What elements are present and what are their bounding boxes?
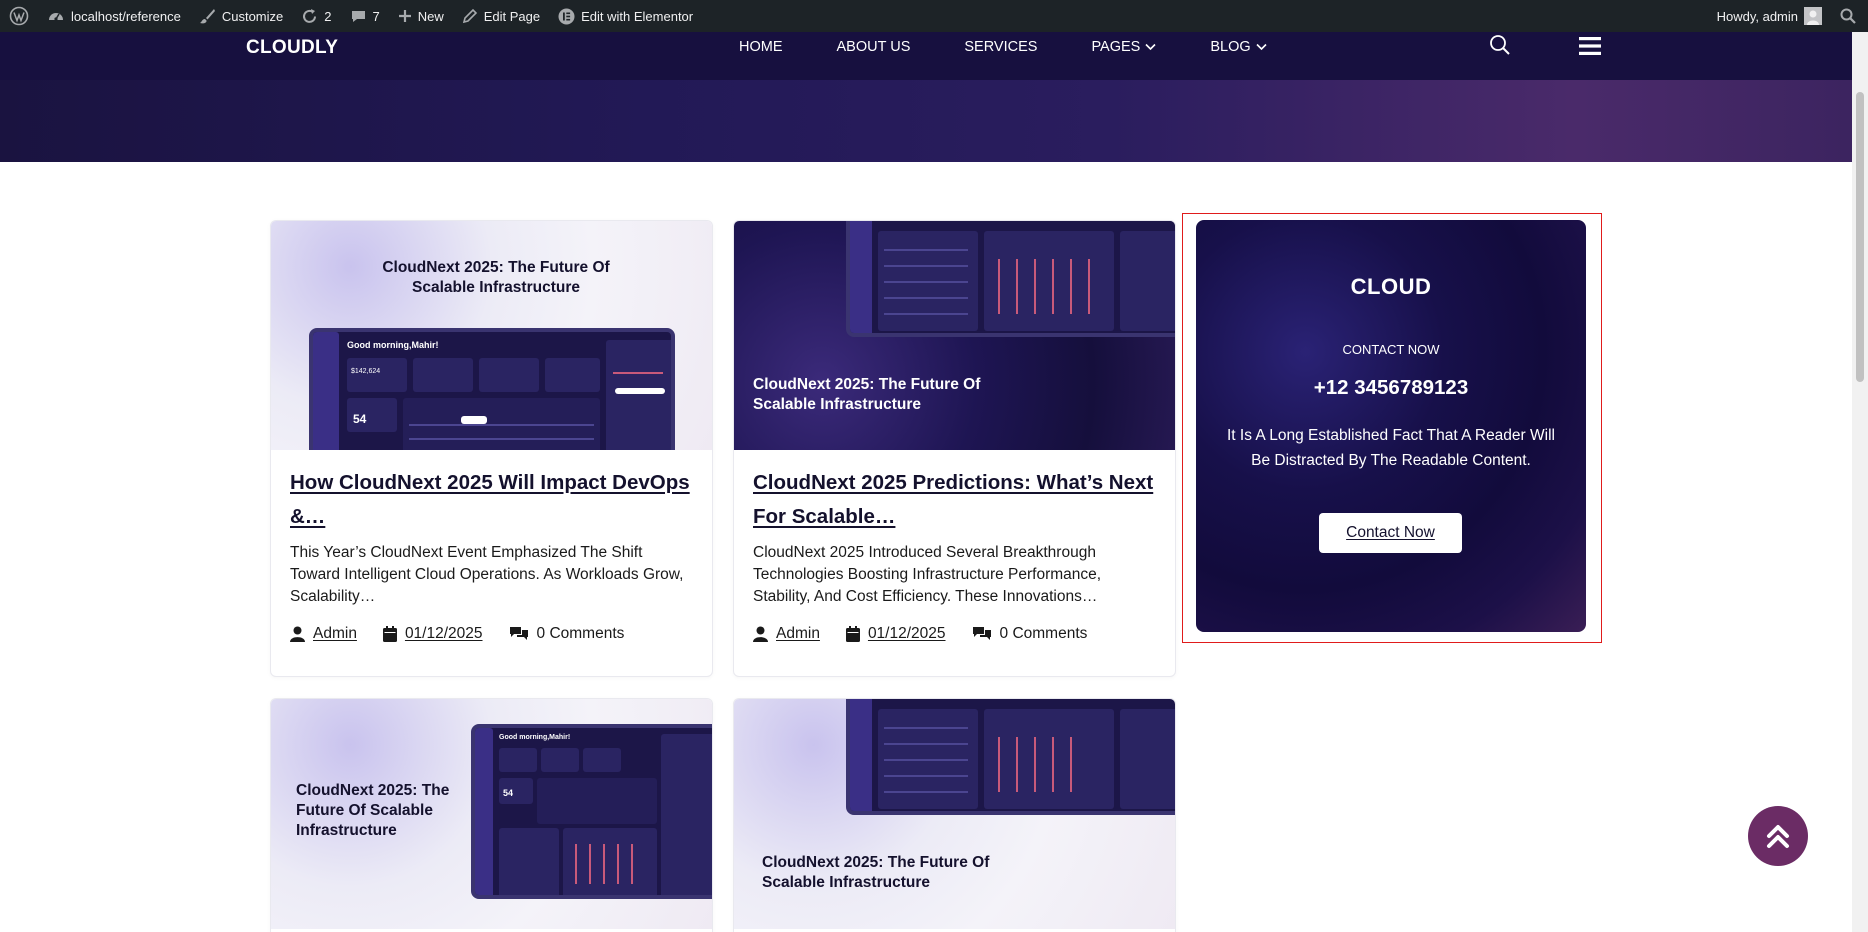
site-name-label: localhost/reference xyxy=(71,8,181,24)
post-thumbnail[interactable]: CloudNext 2025: The Future Of Scalable I… xyxy=(271,699,712,929)
contact-now-button[interactable]: Contact Now xyxy=(1319,513,1462,553)
post-meta: Admin 01/12/2025 0 Comments xyxy=(290,625,693,643)
comments-link[interactable]: 7 xyxy=(341,0,389,32)
dashboard-mockup: Good morning,Mahir! $142,624 54 xyxy=(309,328,675,450)
mockup-count: 54 xyxy=(353,412,367,426)
main-navigation: HOME ABOUT US SERVICES PAGES BLOG xyxy=(739,36,1294,58)
new-content-link[interactable]: New xyxy=(389,0,453,32)
updates-link[interactable]: 2 xyxy=(292,0,340,32)
admin-search-button[interactable] xyxy=(1831,0,1868,32)
mockup-count: 54 xyxy=(503,788,514,798)
cta-subtitle: CONTACT NOW xyxy=(1342,342,1440,357)
edit-page-label: Edit Page xyxy=(483,8,541,24)
customize-label: Customize xyxy=(221,8,284,24)
admin-avatar-icon xyxy=(1804,7,1822,25)
post-date-link[interactable]: 01/12/2025 xyxy=(405,625,483,643)
page-hero-banner xyxy=(0,80,1852,162)
post-card: CloudNext 2025: The Future Of Scalable I… xyxy=(733,220,1176,677)
header-search-button[interactable] xyxy=(1489,34,1511,60)
calendar-icon xyxy=(382,626,397,642)
nav-label: ABOUT US xyxy=(836,39,911,55)
hamburger-menu-button[interactable] xyxy=(1578,34,1602,62)
comments-icon xyxy=(972,627,991,640)
cta-title: CLOUD xyxy=(1350,274,1432,299)
post-card: CloudNext 2025: The Future Of Scalable I… xyxy=(270,698,713,932)
contact-cta-widget: CLOUD CONTACT NOW +12 3456789123 It Is A… xyxy=(1196,220,1586,632)
nav-label: PAGES xyxy=(1091,39,1141,55)
post-excerpt: CloudNext 2025 Introduced Several Breakt… xyxy=(753,544,1102,605)
thumbnail-title: CloudNext 2025: The Future Of Scalable I… xyxy=(753,376,981,413)
post-thumbnail[interactable]: CloudNext 2025: The Future Of Scalable I… xyxy=(734,699,1175,929)
pencil-icon xyxy=(462,8,477,24)
chevron-down-icon xyxy=(1256,43,1267,51)
post-author-link[interactable]: Admin xyxy=(313,625,357,643)
dashboard-mockup: Good morning,Mahir! 54 xyxy=(471,724,712,899)
double-chevron-up-icon xyxy=(1767,825,1789,848)
dashboard-mockup xyxy=(846,699,1175,815)
paintbrush-icon xyxy=(199,8,215,23)
scroll-to-top-button[interactable] xyxy=(1748,806,1808,866)
edit-page-link[interactable]: Edit Page xyxy=(453,0,549,32)
cta-phone-number[interactable]: +12 3456789123 xyxy=(1196,376,1586,400)
post-card: CloudNext 2025: The Future Of Scalable I… xyxy=(270,220,713,677)
refresh-icon xyxy=(303,8,317,23)
site-header: CLOUDLY HOME ABOUT US SERVICES PAGES BLO… xyxy=(0,32,1852,80)
wordpress-logo-button[interactable] xyxy=(0,0,38,32)
post-thumbnail[interactable]: CloudNext 2025: The Future Of Scalable I… xyxy=(271,221,712,450)
user-icon xyxy=(753,626,768,642)
search-icon xyxy=(1490,35,1510,55)
thumbnail-title: CloudNext 2025: The Future Of Scalable I… xyxy=(296,782,450,839)
plus-icon xyxy=(398,10,411,22)
site-name-link[interactable]: localhost/reference xyxy=(38,0,190,32)
cta-description: It Is A Long Established Fact That A Rea… xyxy=(1227,427,1555,469)
nav-item-home[interactable]: HOME xyxy=(739,36,810,58)
post-card: CloudNext 2025: The Future Of Scalable I… xyxy=(733,698,1176,932)
post-date-link[interactable]: 01/12/2025 xyxy=(868,625,946,643)
post-meta: Admin 01/12/2025 0 Comments xyxy=(753,625,1156,643)
nav-item-blog[interactable]: BLOG xyxy=(1183,36,1293,58)
comments-count: 7 xyxy=(372,8,380,24)
post-title-link[interactable]: CloudNext 2025 Predictions: What’s Next … xyxy=(753,466,1156,534)
thumbnail-title: CloudNext 2025: The Future Of Scalable I… xyxy=(762,854,990,891)
howdy-label: Howdy, admin xyxy=(1716,8,1798,24)
nav-item-about-us[interactable]: ABOUT US xyxy=(810,36,938,58)
post-thumbnail[interactable]: CloudNext 2025: The Future Of Scalable I… xyxy=(734,221,1175,450)
post-comments-count: 0 Comments xyxy=(999,625,1088,642)
dashboard-mockup xyxy=(846,221,1175,337)
post-comments-count: 0 Comments xyxy=(536,625,625,642)
mockup-stat: $142,624 xyxy=(351,368,381,375)
edit-with-elementor-link[interactable]: Edit with Elementor xyxy=(549,0,702,32)
post-author-link[interactable]: Admin xyxy=(776,625,820,643)
updates-count: 2 xyxy=(324,8,332,24)
mockup-greeting: Good morning,Mahir! xyxy=(347,340,439,350)
my-account-link[interactable]: Howdy, admin xyxy=(1708,0,1831,32)
post-title-link[interactable]: How CloudNext 2025 Will Impact DevOps &… xyxy=(290,466,693,534)
customize-link[interactable]: Customize xyxy=(190,0,292,32)
scrollbar-thumb[interactable] xyxy=(1856,92,1864,382)
elementor-label: Edit with Elementor xyxy=(581,8,694,24)
search-icon xyxy=(1840,8,1856,24)
admin-bar: localhost/reference Customize 2 7 New Ed… xyxy=(0,0,1868,32)
nav-label: BLOG xyxy=(1210,39,1251,55)
nav-label: HOME xyxy=(739,39,783,55)
post-excerpt: This Year’s CloudNext Event Emphasized T… xyxy=(290,544,684,605)
nav-item-pages[interactable]: PAGES xyxy=(1064,36,1183,58)
wordpress-icon xyxy=(9,6,29,26)
elementor-icon xyxy=(558,8,575,24)
nav-label: SERVICES xyxy=(964,39,1038,55)
dashboard-gauge-icon xyxy=(49,13,63,21)
calendar-icon xyxy=(845,626,860,642)
hamburger-icon xyxy=(1579,37,1601,55)
comment-bubble-icon xyxy=(351,10,365,22)
nav-item-services[interactable]: SERVICES xyxy=(937,36,1064,58)
mockup-greeting: Good morning,Mahir! xyxy=(499,734,571,741)
new-label: New xyxy=(417,8,444,24)
thumbnail-title: CloudNext 2025: The Future Of Scalable I… xyxy=(382,259,610,296)
site-logo[interactable]: CLOUDLY xyxy=(246,37,338,59)
chevron-down-icon xyxy=(1145,43,1156,51)
user-icon xyxy=(290,626,305,642)
comments-icon xyxy=(509,627,528,640)
page-scrollbar[interactable] xyxy=(1852,32,1868,932)
